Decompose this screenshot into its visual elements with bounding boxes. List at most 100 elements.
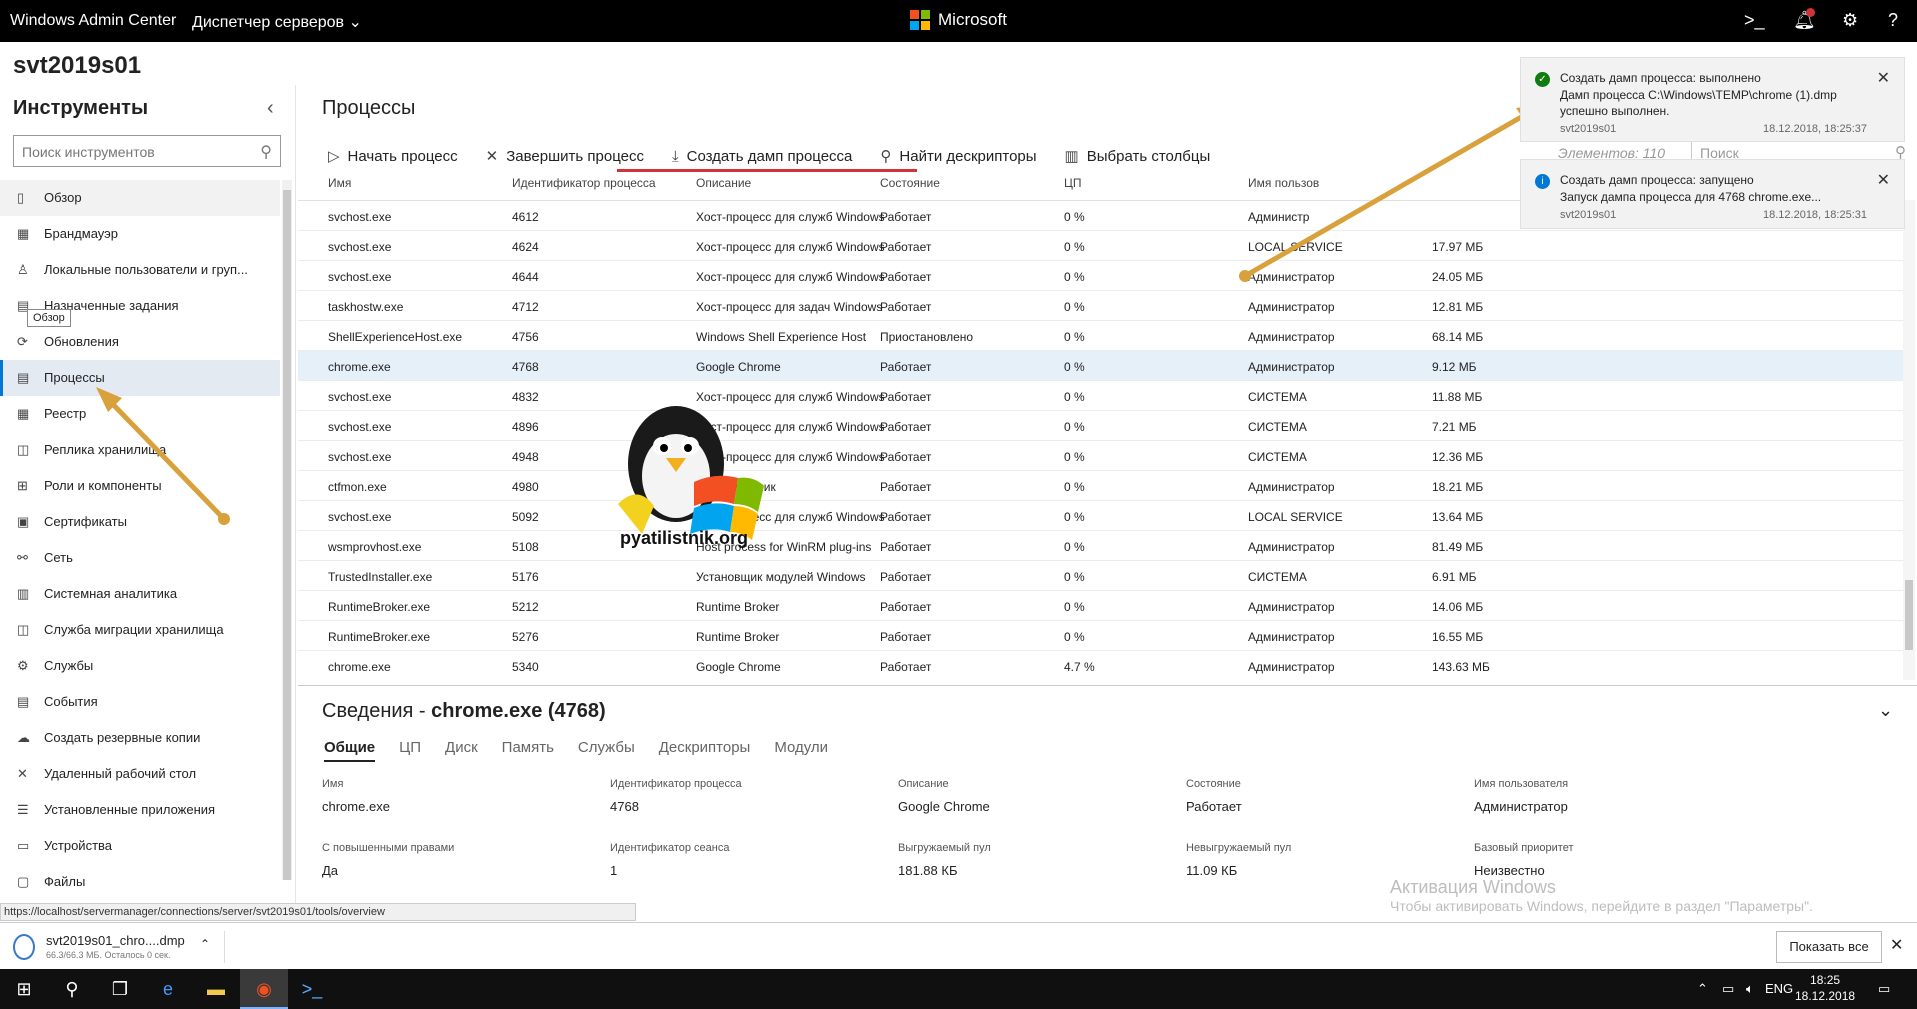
table-scrollbar[interactable] bbox=[1903, 200, 1915, 680]
cell-state: Работает bbox=[880, 210, 932, 224]
sidebar-item[interactable]: ⟳ Обновления bbox=[0, 324, 280, 360]
details-tab[interactable]: Диск bbox=[445, 739, 478, 762]
details-tab[interactable]: Общие bbox=[324, 739, 376, 762]
table-row[interactable]: taskhostw.exe 4712 Хост-процесс для задач … bbox=[298, 291, 1903, 321]
sidebar-item[interactable]: ⚙ Службы bbox=[0, 648, 280, 684]
details-tab[interactable]: Модули bbox=[774, 739, 828, 762]
toolbar-button[interactable]: ✕ Завершить процесс bbox=[486, 142, 644, 170]
cell-mem: 12.81 МБ bbox=[1432, 300, 1484, 314]
language-indicator[interactable]: ENG bbox=[1765, 969, 1793, 1009]
table-row[interactable]: svchost.exe 4624 Хост-процесс для служб Wi… bbox=[298, 231, 1903, 261]
column-header[interactable]: ЦП bbox=[1064, 176, 1082, 190]
close-icon[interactable]: ✕ bbox=[1877, 68, 1890, 88]
toolbar-button[interactable]: ▷ Начать процесс bbox=[328, 142, 458, 170]
table-row[interactable]: svchost.exe 4832 Хост-процесс для служб Wi… bbox=[298, 381, 1903, 411]
cell-user: Администр bbox=[1248, 210, 1310, 224]
sidebar-item-icon: ⚯ bbox=[17, 550, 28, 565]
show-all-button[interactable]: Показать все bbox=[1776, 931, 1882, 963]
clock[interactable]: 18:25 18.12.2018 bbox=[1795, 972, 1855, 1004]
table-row[interactable]: RuntimeBroker.exe 5276 Runtime Broker Работ… bbox=[298, 621, 1903, 651]
toast-success[interactable]: ✓ ✕ Создать дамп процесса: выполнено Дам… bbox=[1520, 57, 1905, 142]
sidebar-item-icon: ▣ bbox=[17, 514, 30, 529]
table-row[interactable]: svchost.exe 5092 Хост-процесс для служб Wi… bbox=[298, 501, 1903, 531]
sidebar-item[interactable]: ▦ Брандмауэр bbox=[0, 216, 280, 252]
table-row[interactable]: RuntimeBroker.exe 5212 Runtime Broker Работ… bbox=[298, 591, 1903, 621]
cell-state: Работает bbox=[880, 270, 932, 284]
volume-icon[interactable]: 🔈︎ bbox=[1746, 969, 1754, 1009]
table-row[interactable]: ShellExperienceHost.exe 4756 Windows Shell… bbox=[298, 321, 1903, 351]
details-tab[interactable]: Службы bbox=[578, 739, 635, 762]
explorer-icon[interactable]: ▬ bbox=[192, 969, 240, 1009]
sidebar-scrollbar-thumb[interactable] bbox=[283, 190, 291, 880]
sidebar-scrollbar[interactable] bbox=[282, 180, 292, 880]
tools-sidebar: Инструменты ‹ Поиск инструментов ⚲ ▯ Обзо… bbox=[0, 85, 296, 905]
detail-field-value: Неизвестно bbox=[1474, 863, 1545, 878]
powershell-icon[interactable]: >_ bbox=[288, 969, 336, 1009]
gear-icon[interactable]: ⚙ bbox=[1842, 10, 1858, 31]
cell-pid: 4896 bbox=[512, 420, 539, 434]
sidebar-item[interactable]: ◫ Реплика хранилища bbox=[0, 432, 280, 468]
column-header[interactable]: Идентификатор процесса bbox=[512, 176, 656, 190]
table-row[interactable]: svchost.exe 4948 Хост-процесс для служб Wi… bbox=[298, 441, 1903, 471]
table-row[interactable]: chrome.exe 4768 Google Chrome Работает 0 % Ад… bbox=[298, 351, 1903, 381]
sidebar-item[interactable]: ◫ Служба миграции хранилища bbox=[0, 612, 280, 648]
sidebar-item[interactable]: ☁ Создать резервные копии bbox=[0, 720, 280, 756]
server-manager-dropdown[interactable]: Диспетчер серверов ⌄ bbox=[192, 12, 362, 32]
search-icon[interactable]: ⚲ bbox=[48, 969, 96, 1009]
chevron-down-icon[interactable]: ⌄ bbox=[1878, 700, 1893, 721]
details-tab[interactable]: Дескрипторы bbox=[659, 739, 751, 762]
sidebar-item[interactable]: ⚯ Сеть bbox=[0, 540, 280, 576]
table-row[interactable]: wsmprovhost.exe 5108 Host process for WinR… bbox=[298, 531, 1903, 561]
sidebar-item[interactable]: ⊞ Роли и компоненты bbox=[0, 468, 280, 504]
details-tab[interactable]: Память bbox=[502, 739, 554, 762]
table-row[interactable]: svchost.exe 4896 Хост-процесс для служб Wi… bbox=[298, 411, 1903, 441]
sidebar-item[interactable]: ▥ Системная аналитика bbox=[0, 576, 280, 612]
table-scrollbar-thumb[interactable] bbox=[1905, 580, 1913, 650]
sidebar-item[interactable]: ▦ Реестр bbox=[0, 396, 280, 432]
notifications-icon[interactable]: ▭ bbox=[1878, 969, 1890, 1009]
detail-field-label: Выгружаемый пул bbox=[898, 842, 991, 854]
tools-search-input[interactable]: Поиск инструментов ⚲ bbox=[13, 135, 281, 167]
sidebar-item[interactable]: ▭ Устройства bbox=[0, 828, 280, 864]
sidebar-item[interactable]: ▤ События bbox=[0, 684, 280, 720]
chevron-down-icon: ⌄ bbox=[348, 14, 362, 31]
table-row[interactable]: ctfmon.exe4980CTF-загрузчикРаботает0 %Ад… bbox=[298, 471, 1903, 501]
column-header[interactable]: Состояние bbox=[880, 176, 940, 190]
sidebar-item[interactable]: ▣ Сертификаты bbox=[0, 504, 280, 540]
sidebar-item[interactable]: ♙ Локальные пользователи и груп... bbox=[0, 252, 280, 288]
sidebar-item[interactable]: ▢ Файлы bbox=[0, 864, 280, 895]
sidebar-item[interactable]: ✕ Удаленный рабочий стол bbox=[0, 756, 280, 792]
terminal-icon[interactable]: >_ bbox=[1744, 10, 1765, 31]
ie-icon[interactable]: e bbox=[144, 969, 192, 1009]
toast-info[interactable]: i ✕ Создать дамп процесса: запущено Запу… bbox=[1520, 159, 1905, 229]
collapse-sidebar-icon[interactable]: ‹ bbox=[267, 97, 274, 120]
sidebar-item[interactable]: ▯ Обзор bbox=[0, 180, 280, 216]
column-header[interactable]: Описание bbox=[696, 176, 751, 190]
close-icon[interactable]: ✕ bbox=[1877, 170, 1890, 190]
toolbar-button[interactable]: ▥ Выбрать столбцы bbox=[1065, 142, 1211, 170]
sidebar-item[interactable]: ▤ Процессы bbox=[0, 360, 280, 396]
cell-name: ShellExperienceHost.exe bbox=[328, 330, 463, 344]
start-icon[interactable]: ⊞ bbox=[0, 969, 48, 1009]
toolbar-button-icon: ⚲ bbox=[880, 148, 892, 165]
column-header[interactable]: Имя пользов bbox=[1248, 176, 1319, 190]
toolbar-button[interactable]: ⚲ Найти дескрипторы bbox=[880, 142, 1036, 170]
toolbar-button[interactable]: ⤓ Создать дамп процесса bbox=[672, 142, 852, 170]
table-row[interactable]: TrustedInstaller.exe 5176 Установщик модул… bbox=[298, 561, 1903, 591]
details-tab[interactable]: ЦП bbox=[399, 739, 421, 762]
chrome-icon[interactable]: ◉ bbox=[240, 969, 288, 1009]
download-item[interactable]: svt2019s01_chro....dmp 66.3/66.3 МБ. Ост… bbox=[10, 931, 225, 963]
sidebar-item[interactable]: ☰ Установленные приложения bbox=[0, 792, 280, 828]
close-icon[interactable]: ✕ bbox=[1890, 935, 1903, 955]
network-icon[interactable]: ▭ bbox=[1722, 969, 1734, 1009]
table-row[interactable]: svchost.exe 4644 Хост-процесс для служб Wi… bbox=[298, 261, 1903, 291]
sidebar-item-icon: ▯ bbox=[17, 190, 25, 205]
app-title[interactable]: Windows Admin Center bbox=[10, 12, 176, 30]
help-icon[interactable]: ? bbox=[1888, 10, 1898, 31]
table-row[interactable]: chrome.exe 5340 Google Chrome Работает 4.7 %… bbox=[298, 651, 1903, 680]
search-icon: ⚲ bbox=[260, 144, 272, 161]
chevron-up-icon[interactable]: ⌃ bbox=[1697, 969, 1708, 1009]
chevron-up-icon[interactable]: ⌃ bbox=[200, 937, 210, 951]
task-view-icon[interactable]: ❐ bbox=[96, 969, 144, 1009]
column-header[interactable]: Имя bbox=[328, 176, 351, 190]
